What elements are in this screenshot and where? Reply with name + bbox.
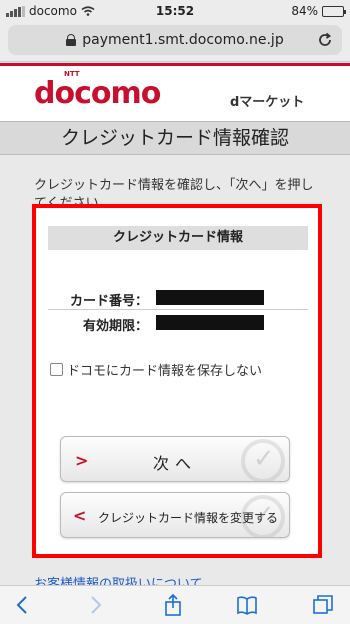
tabs-icon[interactable]	[312, 594, 334, 616]
battery-icon	[322, 5, 346, 17]
expiry-row: 有効期限：	[48, 311, 308, 335]
next-button[interactable]: > 次へ	[60, 436, 290, 482]
check-watermark-icon	[241, 495, 285, 537]
forward-icon[interactable]	[84, 594, 106, 616]
battery-percent: 84%	[291, 4, 318, 18]
expiry-redacted	[156, 315, 264, 330]
change-card-button[interactable]: < クレジットカード情報を変更する	[60, 492, 290, 538]
bookmarks-icon[interactable]	[236, 594, 258, 616]
logo-ntt: NTT	[64, 70, 80, 78]
card-info-panel: クレジットカード情報 カード番号： 有効期限： ドコモにカード情報を保存しない …	[32, 204, 322, 558]
main-content: クレジットカード情報を確認し、「次へ」を押してください。 クレジットカード情報 …	[0, 155, 350, 592]
check-watermark-icon	[241, 439, 285, 481]
save-card-label: ドコモにカード情報を保存しない	[67, 364, 263, 379]
back-icon[interactable]	[12, 594, 34, 616]
expiry-label: 有効期限：	[82, 319, 148, 334]
service-name[interactable]: dマーケット	[230, 91, 304, 110]
page-title: クレジットカード情報確認	[0, 121, 350, 155]
reload-icon[interactable]	[316, 31, 334, 49]
address-bar: payment1.smt.docomo.ne.jp	[0, 22, 350, 62]
card-number-row: カード番号：	[48, 286, 308, 310]
save-card-option[interactable]: ドコモにカード情報を保存しない	[50, 360, 262, 379]
docomo-logo[interactable]: NTT docomo	[34, 70, 161, 111]
save-card-checkbox[interactable]	[50, 363, 63, 376]
card-number-label: カード番号：	[69, 294, 148, 309]
share-icon[interactable]	[162, 594, 184, 616]
status-bar: docomo 15:52 84%	[0, 0, 350, 22]
url-text: payment1.smt.docomo.ne.jp	[82, 32, 284, 48]
browser-toolbar	[0, 585, 350, 624]
site-header: NTT docomo dマーケット	[0, 63, 350, 121]
lock-icon	[66, 34, 77, 46]
card-number-redacted	[156, 290, 264, 305]
card-info-heading: クレジットカード情報	[48, 226, 308, 250]
url-field[interactable]: payment1.smt.docomo.ne.jp	[8, 25, 342, 55]
status-right: 84%	[291, 4, 346, 18]
logo-text: docomo	[34, 76, 161, 111]
